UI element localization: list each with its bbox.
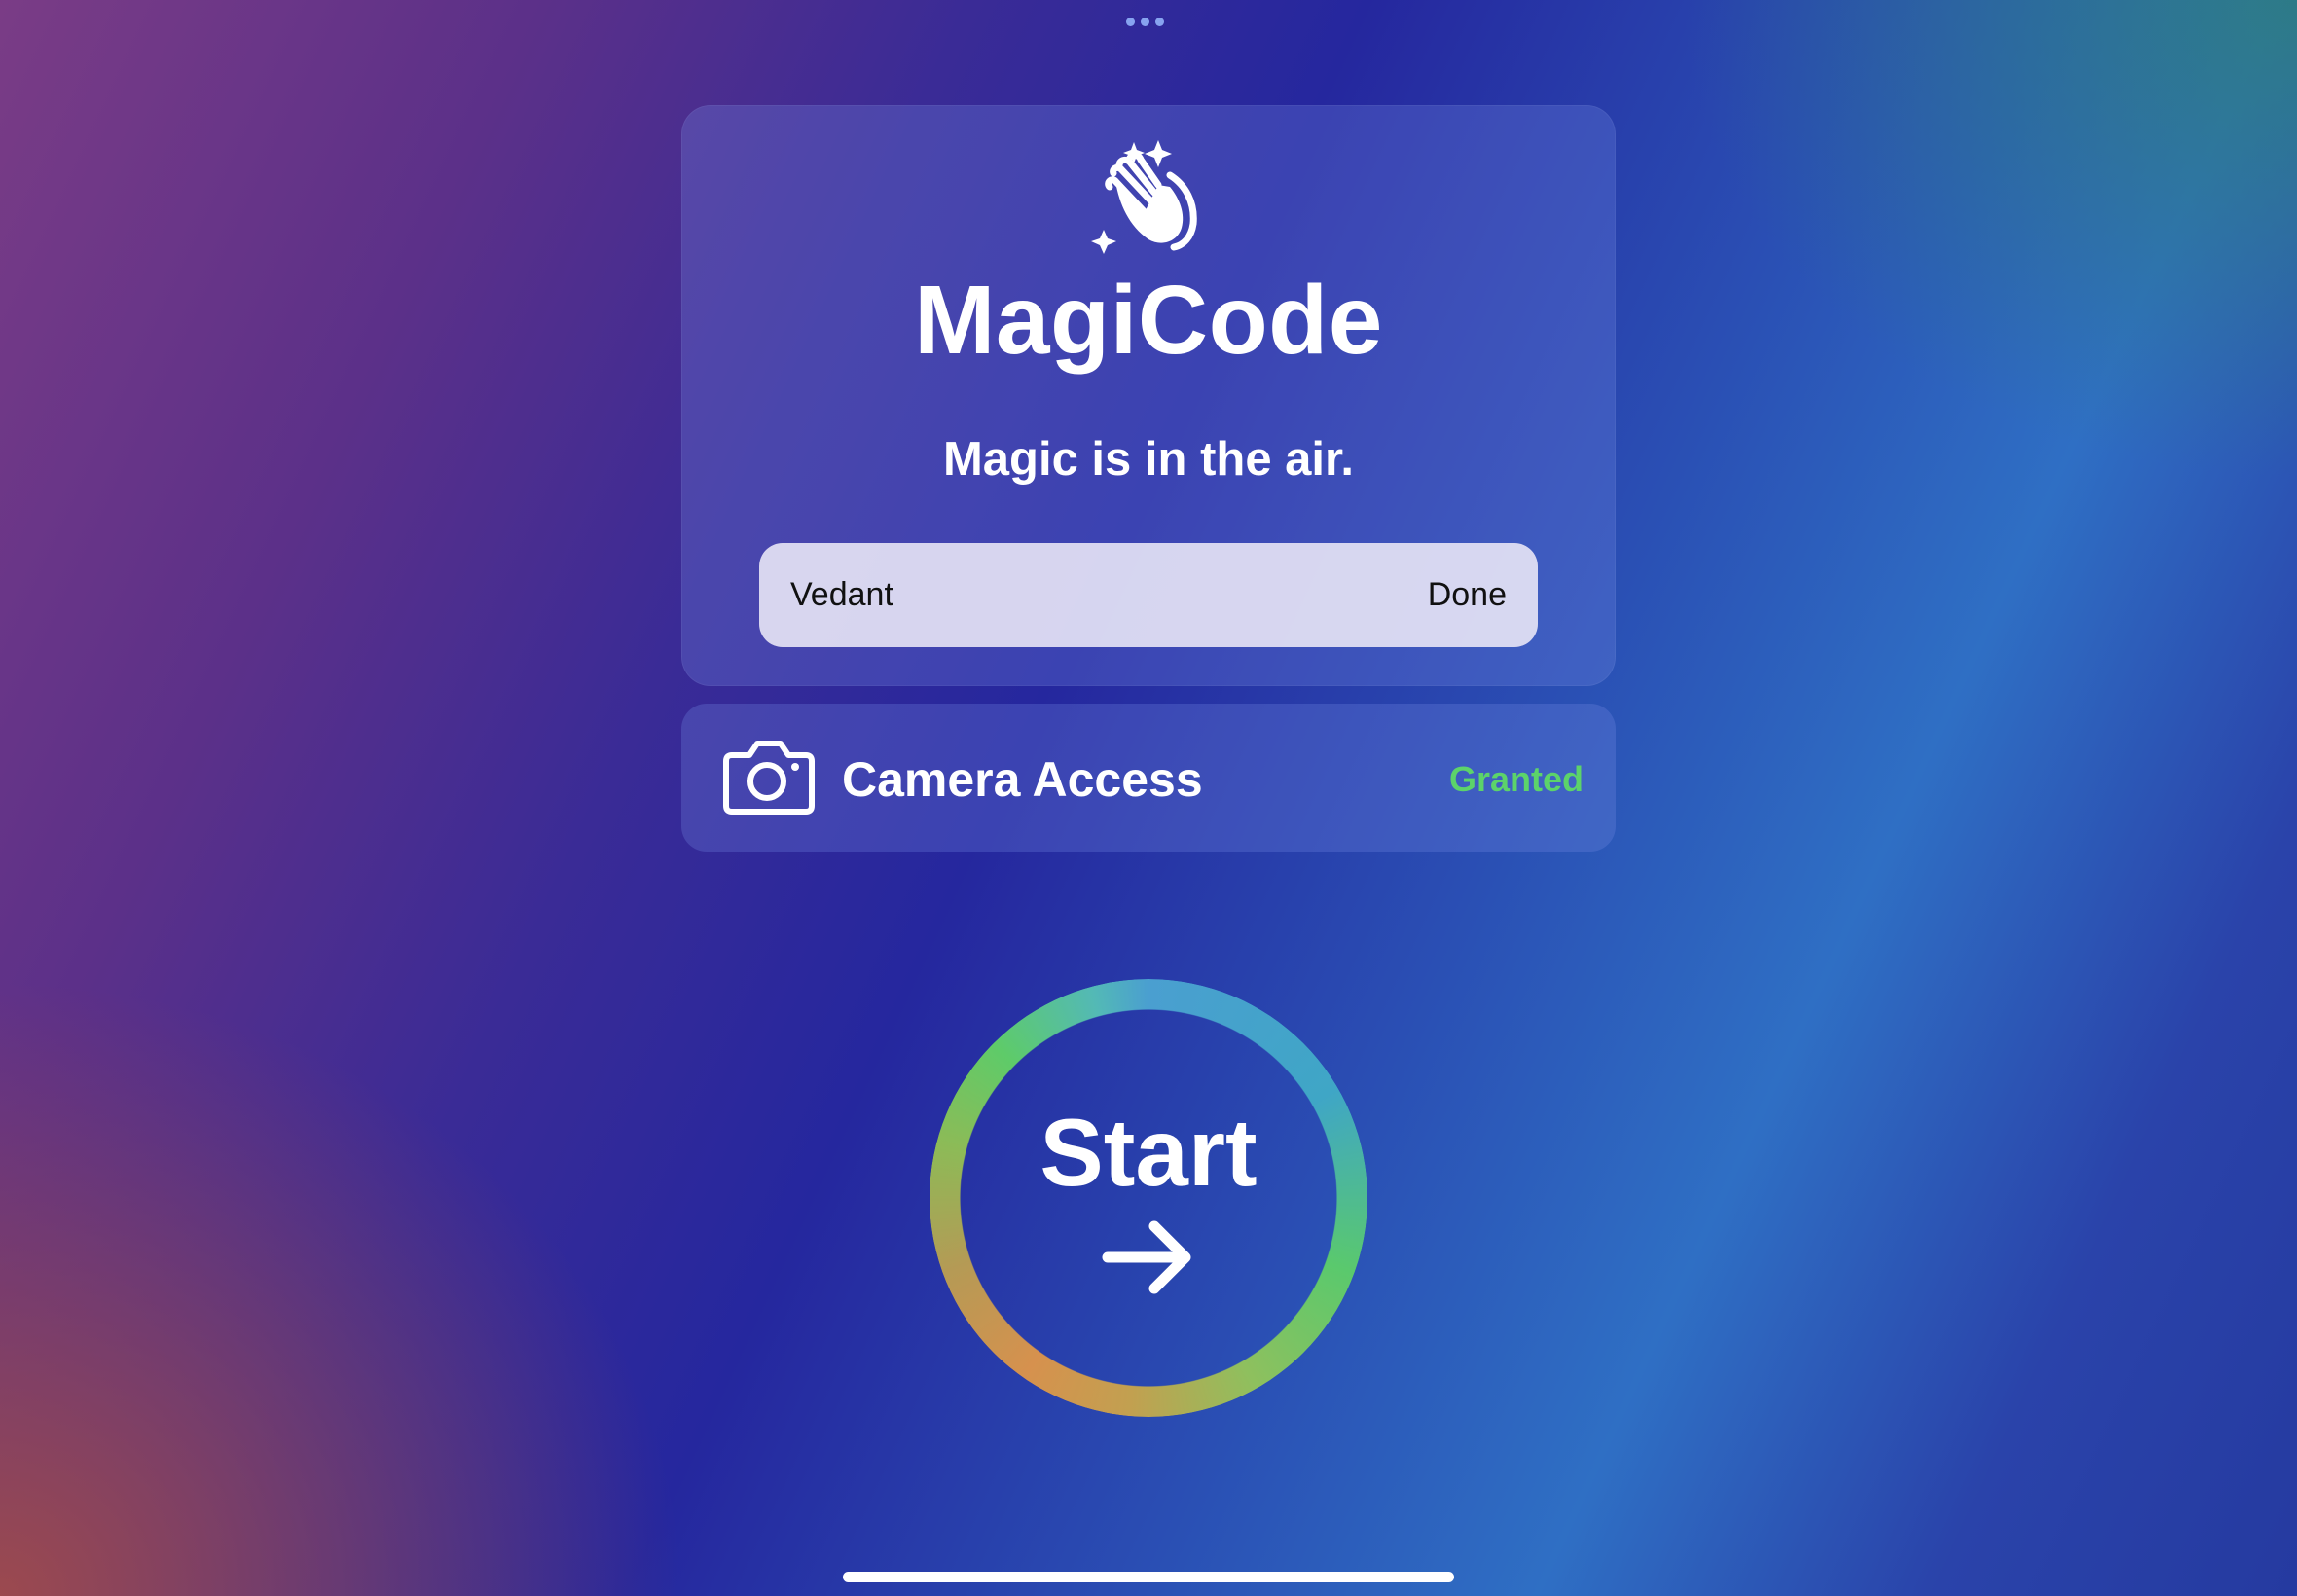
multitasking-grabber[interactable]: [1126, 18, 1164, 26]
grabber-dot: [1155, 18, 1164, 26]
app-title: MagiCode: [914, 266, 1383, 375]
name-input[interactable]: Vedant Done: [759, 543, 1538, 647]
grabber-dot: [1141, 18, 1149, 26]
tagline: Magic is in the air.: [942, 433, 1355, 486]
arrow-right-icon[interactable]: [1102, 1218, 1195, 1296]
name-input-value: Vedant: [790, 576, 893, 613]
start-label[interactable]: Start: [930, 1098, 1367, 1208]
grabber-dot: [1126, 18, 1135, 26]
done-button[interactable]: Done: [1428, 576, 1507, 614]
hands-clapping-sparkles-icon: [1091, 140, 1197, 254]
camera-status-badge: Granted: [1448, 759, 1584, 799]
home-indicator[interactable]: [843, 1572, 1454, 1582]
camera-icon: [723, 741, 815, 815]
camera-access-label: Camera Access: [842, 752, 1203, 807]
